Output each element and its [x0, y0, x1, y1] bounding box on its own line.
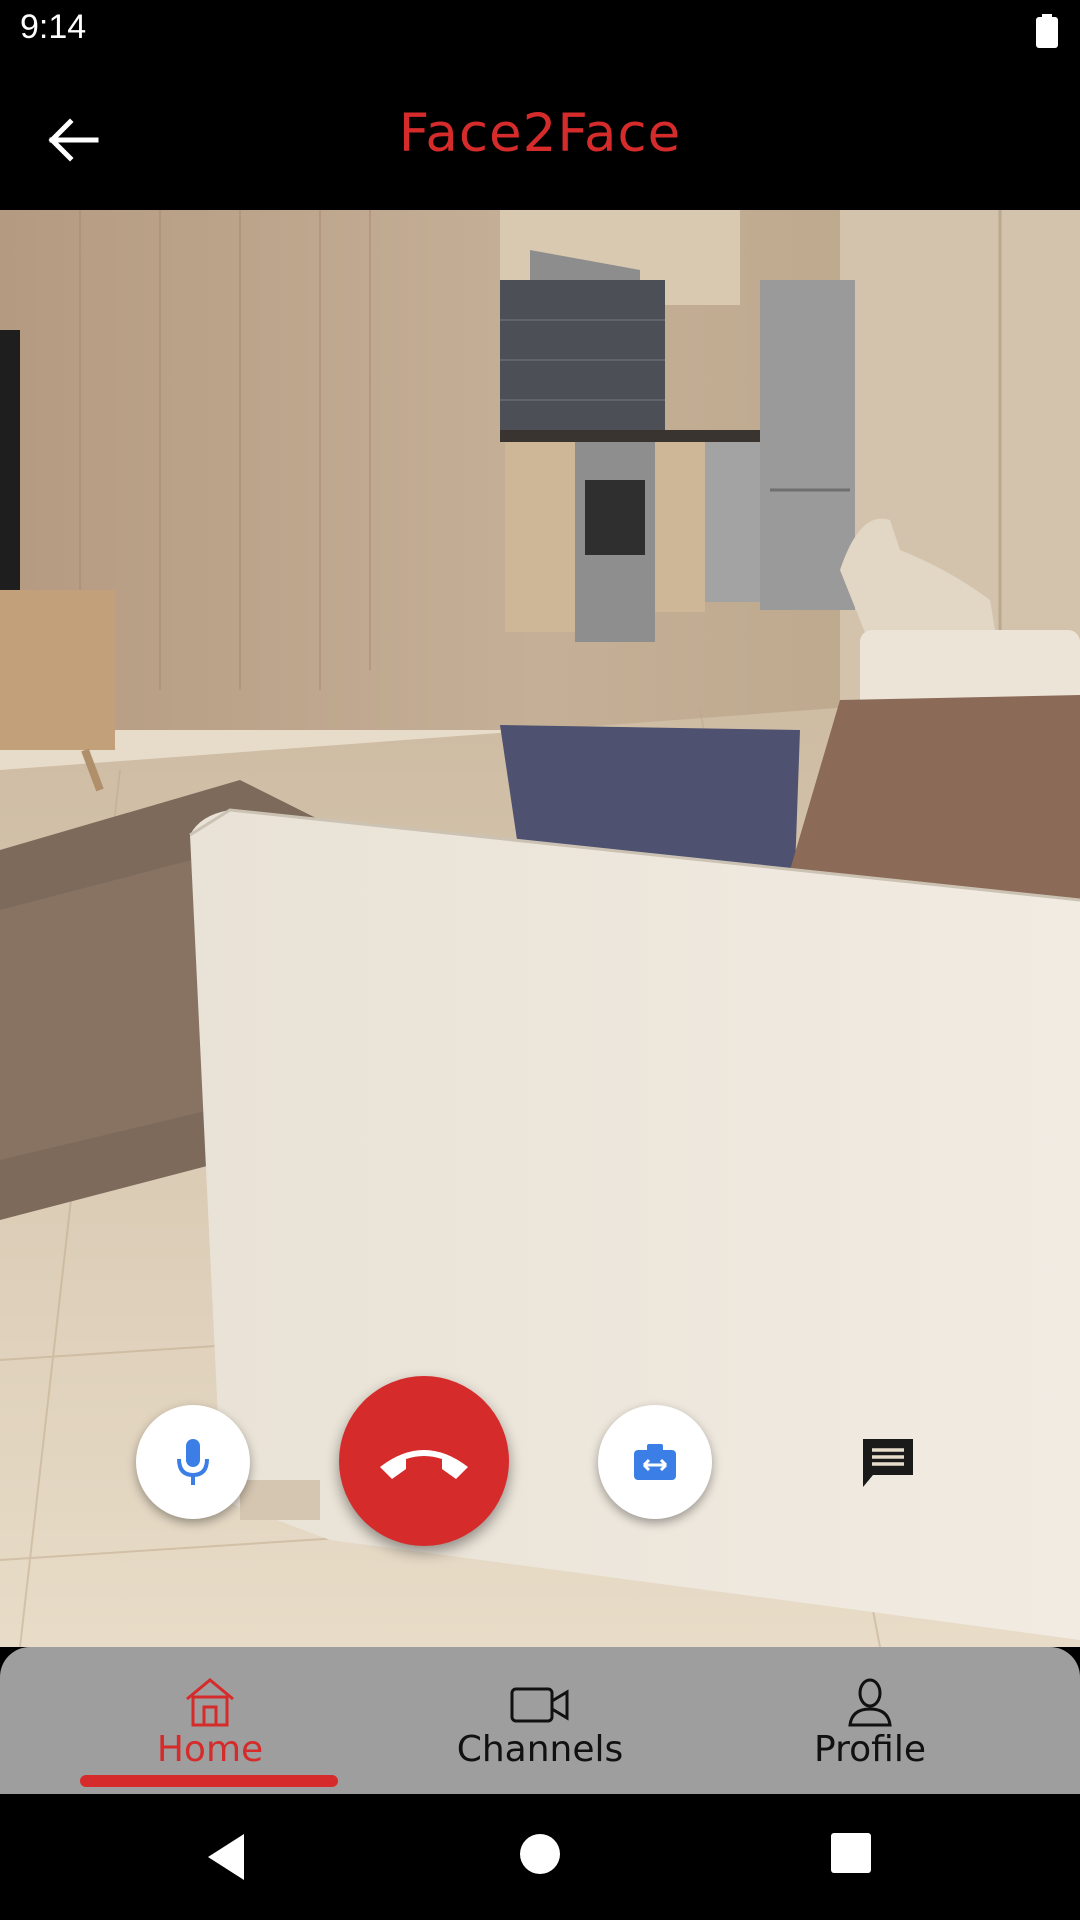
- system-back-icon[interactable]: [204, 1832, 252, 1882]
- system-recents-icon[interactable]: [830, 1832, 872, 1874]
- call-end-icon: [380, 1450, 468, 1479]
- chat-button[interactable]: [850, 1425, 925, 1500]
- nav-label-profile: Profile: [814, 1729, 926, 1770]
- battery-icon: [1036, 14, 1058, 48]
- mute-mic-button[interactable]: [136, 1405, 250, 1519]
- nav-item-home[interactable]: Home: [40, 1647, 380, 1794]
- bottom-navigation: Home Channels Profile: [0, 1647, 1080, 1794]
- status-bar: 9:14: [0, 0, 1080, 63]
- nav-item-profile[interactable]: Profile: [700, 1647, 1040, 1794]
- home-icon: [186, 1678, 234, 1727]
- end-call-button[interactable]: [339, 1376, 509, 1546]
- switch-camera-button[interactable]: [598, 1405, 712, 1519]
- active-tab-indicator: [80, 1775, 338, 1787]
- nav-label-home: Home: [156, 1729, 264, 1770]
- system-home-icon[interactable]: [518, 1832, 562, 1876]
- nav-item-channels[interactable]: Channels: [370, 1647, 710, 1794]
- nav-label-channels: Channels: [456, 1729, 624, 1770]
- mic-icon: [177, 1439, 209, 1485]
- status-time: 9:14: [20, 8, 87, 46]
- video-camera-icon: [510, 1687, 569, 1723]
- app-bar: Face2Face: [0, 63, 1080, 210]
- chat-icon: [862, 1438, 913, 1487]
- app-title: Face2Face: [398, 103, 682, 164]
- switch-camera-icon: [634, 1444, 676, 1480]
- person-icon: [848, 1678, 892, 1727]
- system-navigation-bar: [0, 1794, 1080, 1920]
